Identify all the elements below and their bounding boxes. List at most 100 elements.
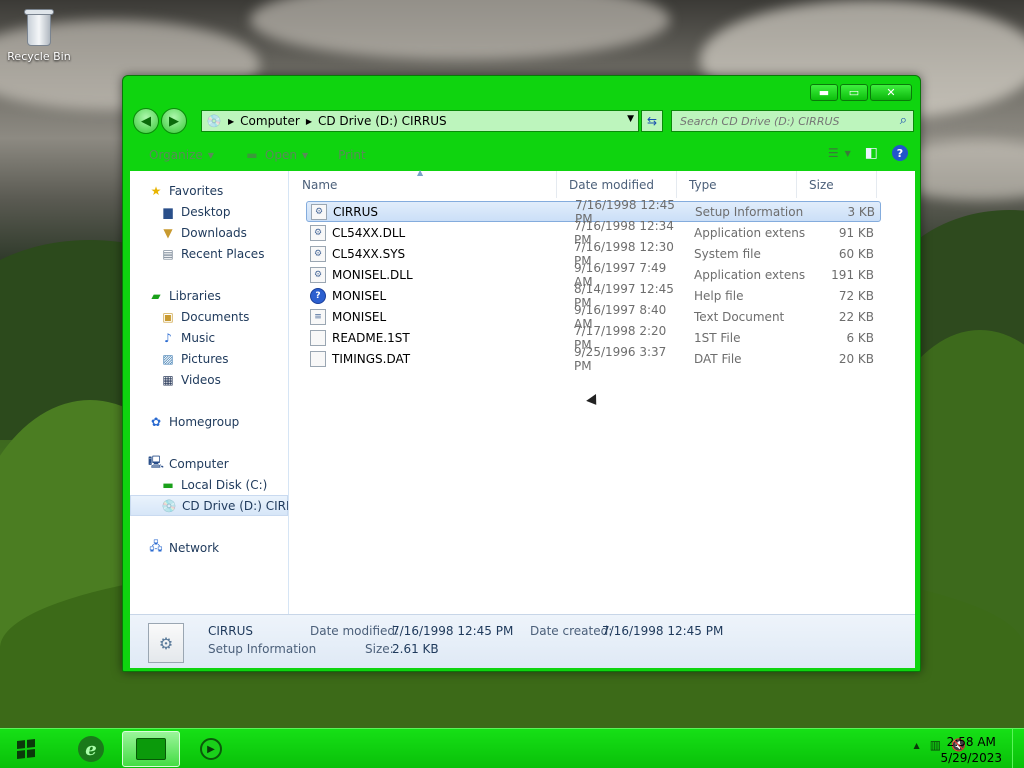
nav-label: Computer (169, 456, 229, 471)
help-icon[interactable]: ? (892, 145, 908, 161)
file-type: Application extens... (694, 225, 806, 240)
file-type: System file (694, 246, 761, 261)
file-type: Application extens... (694, 267, 806, 282)
column-headers: ▲ Name Date modified Type Size (290, 168, 885, 198)
file-name: MONISEL (332, 309, 387, 324)
organize-button[interactable]: Organize ▼ (149, 148, 214, 162)
nav-label: CD Drive (D:) CIRRUS (182, 498, 288, 513)
file-rows: ⚙ CIRRUS 7/16/1998 12:45 PM Setup Informati… (290, 198, 881, 373)
file-type: DAT File (694, 351, 742, 366)
forward-arrow-icon: ▶ (169, 113, 179, 129)
help-icon: ? (310, 287, 326, 304)
computer-icon: 🖳 (148, 455, 165, 469)
file-name-cell: ⚙ CL54XX.SYS (306, 245, 566, 262)
show-desktop-button[interactable] (1012, 729, 1024, 768)
address-bar[interactable]: 💿 ▶ Computer ▶ CD Drive (D:) CIRRUS ▼ (201, 110, 639, 132)
file-name: MONISEL (332, 288, 387, 303)
local-disk-icon: ▬ (162, 477, 174, 492)
folder-icon (136, 738, 166, 760)
address-dropdown-icon[interactable]: ▼ (627, 114, 634, 124)
nav-local-disk[interactable]: ▬ Local Disk (C:) (130, 474, 288, 495)
recycle-bin[interactable]: Recycle Bin (6, 6, 72, 63)
column-header-date[interactable]: Date modified (557, 171, 677, 198)
breadcrumb-separator-icon: ▶ (228, 116, 235, 126)
nav-computer[interactable]: 🖳 Computer (130, 453, 288, 474)
back-button[interactable]: ◀ (133, 108, 159, 134)
nav-label: Network (169, 540, 220, 555)
minimize-button[interactable]: ▬ (810, 84, 838, 101)
column-header-type[interactable]: Type (677, 171, 797, 198)
nav-desktop[interactable]: ▆ Desktop (130, 201, 288, 222)
windows-logo-icon (17, 739, 35, 759)
open-icon: ▬ (246, 148, 258, 162)
forward-button[interactable]: ▶ (161, 108, 187, 134)
nav-homegroup[interactable]: ✿ Homegroup (130, 411, 288, 432)
nav-label: Pictures (181, 351, 229, 366)
file-icon (310, 350, 326, 367)
file-size: 6 KB (846, 330, 874, 345)
breadcrumb-location[interactable]: CD Drive (D:) CIRRUS (318, 114, 447, 128)
content-area: ★ Favorites ▆ Desktop ▼ Downloads ▤ Rece… (130, 168, 915, 614)
search-icon[interactable]: ⌕ (900, 113, 907, 128)
recent-places-icon: ▤ (162, 246, 174, 261)
nav-recent-places[interactable]: ▤ Recent Places (130, 243, 288, 264)
file-size: 3 KB (847, 204, 875, 219)
pictures-icon: ▨ (162, 351, 174, 366)
taskbar-windows-explorer[interactable] (122, 731, 180, 767)
nav-label: Local Disk (C:) (181, 477, 268, 492)
setup-icon: ⚙ (311, 203, 327, 220)
refresh-button[interactable]: ⇆ (641, 110, 663, 132)
clock[interactable]: 2:58 AM 5/29/2023 (940, 734, 1002, 766)
open-button[interactable]: ▬ Open ▼ (244, 147, 308, 163)
file-name-cell: ? MONISEL (306, 287, 566, 304)
nav-cd-drive[interactable]: 💿 CD Drive (D:) CIRRUS (130, 495, 288, 516)
file-name-cell: ⚙ CIRRUS (307, 203, 567, 220)
nav-music[interactable]: ♪ Music (130, 327, 288, 348)
show-hidden-icons-icon[interactable]: ▲ (914, 741, 920, 750)
command-bar: Organize ▼ ▬ Open ▼ Print ☰ ▼ ◧ ? (131, 142, 914, 168)
column-header-size[interactable]: Size (797, 171, 877, 198)
print-button[interactable]: Print (338, 148, 366, 162)
recycle-bin-icon (23, 6, 55, 46)
nav-documents[interactable]: ▣ Documents (130, 306, 288, 327)
preview-pane-icon: ◧ (864, 145, 878, 161)
file-size: 191 KB (831, 267, 874, 282)
explorer-window: ▬ ▭ ✕ ◀ ▶ 💿 ▶ Computer ▶ CD Drive (D:) C… (122, 75, 921, 672)
file-name-cell: TIMINGS.DAT (306, 350, 566, 367)
details-file-name: CIRRUS (208, 624, 253, 638)
view-options-button[interactable]: ☰ ▼ (828, 146, 851, 160)
network-tray-icon[interactable]: ▥ (930, 738, 941, 752)
nav-downloads[interactable]: ▼ Downloads (130, 222, 288, 243)
nav-label: Homegroup (169, 414, 240, 429)
file-name-cell: ≡ MONISEL (306, 308, 566, 325)
close-button[interactable]: ✕ (870, 84, 912, 101)
details-size-label: Size: (365, 642, 394, 656)
taskbar-media-player[interactable]: ▶ (182, 731, 240, 767)
taskbar-internet-explorer[interactable]: e (62, 731, 120, 767)
desktop-icon: ▆ (163, 204, 173, 219)
column-header-name[interactable]: Name (290, 171, 557, 198)
nav-libraries[interactable]: ▰ Libraries (130, 285, 288, 306)
file-name: TIMINGS.DAT (332, 351, 411, 366)
nav-pictures[interactable]: ▨ Pictures (130, 348, 288, 369)
taskbar: e ▶ ▲ ▥ 🔇 2:58 AM 5/29/2023 (0, 728, 1024, 768)
chevron-down-icon: ▼ (301, 150, 309, 160)
maximize-button[interactable]: ▭ (840, 84, 868, 101)
nav-favorites[interactable]: ★ Favorites (130, 180, 288, 201)
internet-explorer-icon: e (78, 736, 104, 762)
back-arrow-icon: ◀ (141, 113, 151, 129)
preview-pane-button[interactable]: ◧ (865, 145, 878, 161)
search-input[interactable] (680, 114, 890, 128)
start-button[interactable] (8, 733, 44, 765)
search-box[interactable]: ⌕ (671, 110, 914, 132)
chevron-down-icon: ▼ (207, 150, 214, 160)
text-icon: ≡ (310, 308, 326, 325)
organize-label: Organize (149, 148, 203, 162)
table-row[interactable]: TIMINGS.DAT 9/25/1996 3:37 PM DAT File 20 K… (306, 345, 881, 373)
file-icon (310, 329, 326, 346)
breadcrumb-computer[interactable]: Computer (240, 114, 300, 128)
nav-videos[interactable]: ▦ Videos (130, 369, 288, 390)
nav-network[interactable]: 🖧 Network (130, 537, 288, 558)
nav-label: Music (181, 330, 216, 345)
file-size: 72 KB (838, 288, 874, 303)
